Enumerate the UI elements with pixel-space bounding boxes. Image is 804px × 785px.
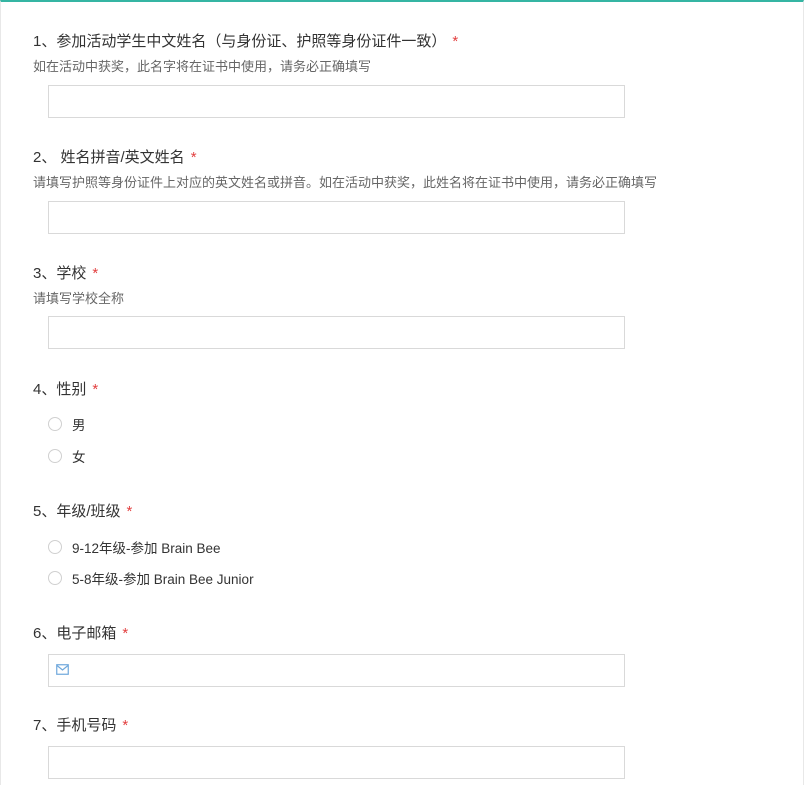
question-title: 7、手机号码 *: [33, 717, 129, 734]
option-label: 男: [72, 418, 86, 433]
grade-option-5-8[interactable]: 5-8年级-参加 Brain Bee Junior: [48, 568, 254, 588]
question-description: 如在活动中获奖，此名字将在证书中使用，请务必正确填写: [33, 59, 372, 74]
option-label: 女: [72, 450, 86, 465]
gender-option-male[interactable]: 男: [48, 414, 86, 434]
option-label: 5-8年级-参加 Brain Bee Junior: [72, 572, 254, 587]
question-title: 3、学校 *: [33, 265, 99, 282]
phone-input[interactable]: [48, 746, 625, 779]
radio-button[interactable]: [48, 571, 62, 585]
required-mark: *: [92, 265, 99, 282]
question-7: 7、手机号码 *: [33, 716, 753, 779]
required-mark: *: [452, 33, 459, 50]
english-name-input[interactable]: [48, 201, 625, 234]
question-6: 6、电子邮箱 *: [33, 624, 753, 687]
question-title: 6、电子邮箱 *: [33, 625, 129, 642]
radio-button[interactable]: [48, 417, 62, 431]
question-title: 2、 姓名拼音/英文姓名 *: [33, 149, 197, 166]
email-input[interactable]: [48, 654, 625, 687]
question-title: 5、年级/班级 *: [33, 503, 133, 520]
required-mark: *: [190, 149, 197, 166]
question-title: 1、参加活动学生中文姓名（与身份证、护照等身份证件一致） *: [33, 33, 459, 50]
gender-option-female[interactable]: 女: [48, 446, 86, 466]
question-1: 1、参加活动学生中文姓名（与身份证、护照等身份证件一致） * 如在活动中获奖，此名…: [33, 32, 753, 118]
question-4: 4、性别 * 男 女: [33, 380, 753, 465]
required-mark: *: [92, 381, 99, 398]
radio-button[interactable]: [48, 449, 62, 463]
question-3: 3、学校 * 请填写学校全称: [33, 264, 753, 349]
question-description: 请填写护照等身份证件上对应的英文姓名或拼音。如在活动中获奖，此姓名将在证书中使用…: [33, 175, 658, 190]
question-2: 2、 姓名拼音/英文姓名 * 请填写护照等身份证件上对应的英文姓名或拼音。如在活动…: [33, 148, 753, 234]
required-mark: *: [126, 503, 133, 520]
school-input[interactable]: [48, 316, 625, 349]
grade-option-9-12[interactable]: 9-12年级-参加 Brain Bee: [48, 537, 221, 557]
question-5: 5、年级/班级 * 9-12年级-参加 Brain Bee 5-8年级-参加 Br…: [33, 502, 753, 587]
survey-form: 1、参加活动学生中文姓名（与身份证、护照等身份证件一致） * 如在活动中获奖，此名…: [0, 0, 804, 785]
radio-button[interactable]: [48, 540, 62, 554]
mail-icon: [56, 664, 69, 675]
question-title: 4、性别 *: [33, 381, 99, 398]
option-label: 9-12年级-参加 Brain Bee: [72, 541, 221, 556]
chinese-name-input[interactable]: [48, 85, 625, 118]
required-mark: *: [122, 717, 129, 734]
question-description: 请填写学校全称: [33, 291, 125, 306]
required-mark: *: [122, 625, 129, 642]
